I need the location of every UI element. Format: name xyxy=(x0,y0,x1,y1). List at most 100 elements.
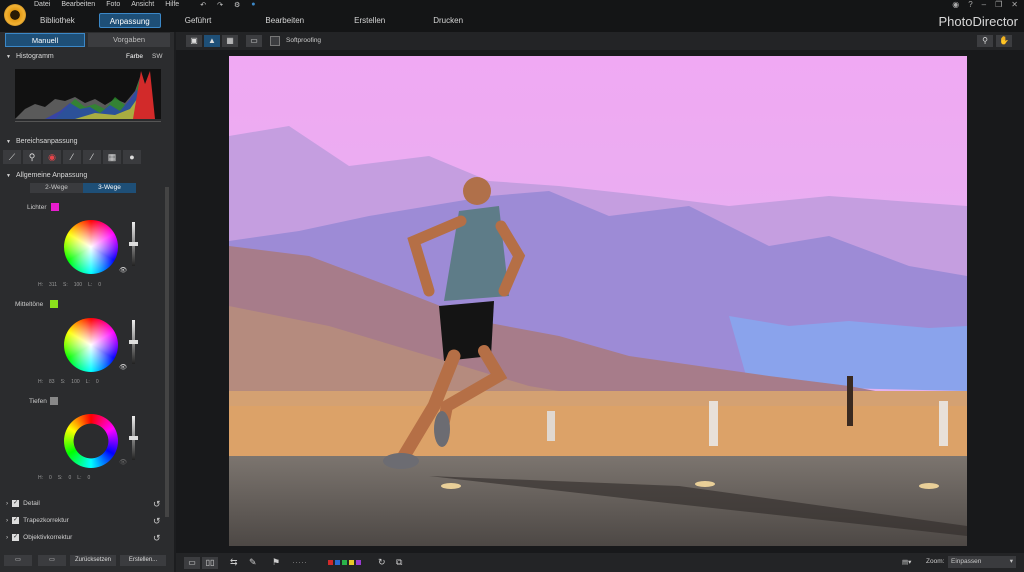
undo-icon[interactable]: ↶ xyxy=(200,1,206,9)
color-label-blue[interactable] xyxy=(335,560,340,565)
help-icon[interactable]: ? xyxy=(968,0,972,9)
single-view-icon[interactable]: ▭ xyxy=(184,557,200,569)
rotate-icon[interactable]: ↻ xyxy=(378,557,386,568)
shadows-swatch[interactable] xyxy=(50,397,58,405)
trapez-reset-icon[interactable]: ↺ xyxy=(153,516,161,527)
color-label-red[interactable] xyxy=(328,560,333,565)
lights-values: H: 311 S: 100 L: 0 xyxy=(38,282,101,288)
hand-tool-icon[interactable]: ✋ xyxy=(996,35,1012,47)
gradient-tool-icon[interactable]: ⁄ xyxy=(83,150,101,164)
eye-tool-icon[interactable]: ◉ xyxy=(43,150,61,164)
update-icon[interactable]: ● xyxy=(251,1,255,9)
general-title: Allgemeine Anpassung xyxy=(16,172,88,179)
close-icon[interactable]: ✕ xyxy=(1011,0,1018,9)
view-toolbar: ▣ ▲ ▦ ▭ Softproofing ⚲ ✋ xyxy=(176,32,1024,50)
view-single-icon[interactable]: ▣ xyxy=(186,35,202,47)
regional-tools: ⟋ ⚲ ◉ ⁄ ⁄ ▦ ● xyxy=(3,150,143,164)
objektiv-label: Objektivkorrektur xyxy=(23,534,73,541)
rating-dots[interactable]: ····· xyxy=(292,557,307,567)
detail-reset-icon[interactable]: ↺ xyxy=(153,499,161,510)
section-detail[interactable]: › ✓ Detail xyxy=(6,500,40,507)
tab-erstellen[interactable]: Erstellen xyxy=(344,13,395,28)
color-labels[interactable] xyxy=(328,560,361,565)
objektiv-checkbox[interactable]: ✓ xyxy=(12,534,20,541)
tab-bearbeiten[interactable]: Bearbeiten xyxy=(255,13,314,28)
tab-manuell[interactable]: Manuell xyxy=(5,33,85,47)
detail-checkbox[interactable]: ✓ xyxy=(12,500,20,507)
menu-foto[interactable]: Foto xyxy=(106,1,120,9)
view-image-icon[interactable]: ▲ xyxy=(204,35,220,47)
l-label: L: xyxy=(88,282,93,288)
restore-icon[interactable]: ❐ xyxy=(995,0,1002,9)
user-icon[interactable]: ◉ xyxy=(952,0,959,9)
trapez-checkbox[interactable]: ✓ xyxy=(12,517,20,524)
lights-color-wheel[interactable] xyxy=(64,220,118,274)
view-grid-icon[interactable]: ▦ xyxy=(222,35,238,47)
two-way-button[interactable]: 2-Wege xyxy=(30,183,83,193)
menu-datei[interactable]: Datei xyxy=(34,1,50,9)
mids-luminance-slider[interactable] xyxy=(129,320,138,364)
shadows-color-wheel[interactable] xyxy=(64,414,118,468)
redo-icon[interactable]: ↷ xyxy=(217,1,223,9)
zoom-tool-icon[interactable]: ⚲ xyxy=(977,35,993,47)
histogram-graph xyxy=(15,69,161,119)
tab-gefuehrt[interactable]: Geführt xyxy=(175,13,222,28)
display-menu-icon[interactable]: ▤▾ xyxy=(902,558,911,566)
menu-ansicht[interactable]: Ansicht xyxy=(131,1,154,9)
color-label-green[interactable] xyxy=(342,560,347,565)
l-value: 0 xyxy=(98,282,102,288)
section-trapez[interactable]: › ✓ Trapezkorrektur xyxy=(6,517,69,524)
h-label: H: xyxy=(38,282,43,288)
reset-button[interactable]: Zurücksetzen xyxy=(70,555,116,566)
brand-name: PhotoDirector xyxy=(938,14,1018,29)
color-label-purple[interactable] xyxy=(356,560,361,565)
crop-tool-icon[interactable]: ⟋ xyxy=(3,150,21,164)
zoom-select[interactable]: Einpassen ▾ xyxy=(948,556,1016,568)
menu-bearbeiten[interactable]: Bearbeiten xyxy=(61,1,95,9)
shadows-luminance-slider[interactable] xyxy=(129,416,138,460)
tab-bibliothek[interactable]: Bibliothek xyxy=(30,13,85,28)
tab-drucken[interactable]: Drucken xyxy=(423,13,473,28)
lights-eye-icon[interactable]: 👁 xyxy=(119,266,127,274)
brush-icon[interactable]: ✎ xyxy=(249,557,257,568)
regional-header[interactable]: Bereichsanpassung xyxy=(2,136,172,148)
compare-button-2[interactable]: ▭ xyxy=(38,555,66,566)
compare-view-icon[interactable]: ▯▯ xyxy=(202,557,218,569)
objektiv-reset-icon[interactable]: ↺ xyxy=(153,533,161,544)
menu-hilfe[interactable]: Hilfe xyxy=(165,1,179,9)
view-compare-icon[interactable]: ▭ xyxy=(246,35,262,47)
status-bar: ▭ ▯▯ ⇆ ✎ ⚑ ····· ↻ ⧉ ▤▾ Zoom: Einpassen … xyxy=(176,553,1024,572)
lights-swatch[interactable] xyxy=(51,203,59,211)
three-way-button[interactable]: 3-Wege xyxy=(83,183,136,193)
crop-icon[interactable]: ⧉ xyxy=(396,557,402,568)
s-label: S: xyxy=(60,379,66,385)
settings-gear-icon[interactable]: ⚙ xyxy=(234,1,240,9)
tab-vorgaben[interactable]: Vorgaben xyxy=(88,33,170,47)
brush-tool-icon[interactable]: ⁄ xyxy=(63,150,81,164)
panel-scrollbar[interactable] xyxy=(165,187,169,517)
flag-icon[interactable]: ⚑ xyxy=(272,557,280,568)
tab-anpassung[interactable]: Anpassung xyxy=(98,13,161,28)
mids-color-wheel[interactable] xyxy=(64,318,118,372)
histogram-header[interactable]: Histogramm xyxy=(2,51,172,63)
create-button[interactable]: Erstellen... xyxy=(120,555,166,566)
rotate-flip-icon[interactable]: ⇆ xyxy=(230,557,238,568)
general-header[interactable]: Allgemeine Anpassung xyxy=(2,170,172,182)
runner-photo[interactable] xyxy=(229,56,967,546)
way-toggle: 2-Wege 3-Wege xyxy=(30,183,136,193)
redeye-tool-icon[interactable]: ⚲ xyxy=(23,150,41,164)
square-tool-icon[interactable]: ▦ xyxy=(103,150,121,164)
mids-eye-icon[interactable]: 👁 xyxy=(119,363,127,371)
circle-tool-icon[interactable]: ● xyxy=(123,150,141,164)
lights-luminance-slider[interactable] xyxy=(129,222,138,266)
histogram-color-toggle[interactable]: Farbe xyxy=(126,53,143,60)
minimize-icon[interactable]: – xyxy=(982,0,986,9)
color-label-yellow[interactable] xyxy=(349,560,354,565)
shadows-eye-icon[interactable]: 👁 xyxy=(119,458,127,466)
compare-button-1[interactable]: ▭ xyxy=(4,555,32,566)
histogram-bw-toggle[interactable]: SW xyxy=(152,53,162,60)
mids-swatch[interactable] xyxy=(50,300,58,308)
l-value: 0 xyxy=(95,379,99,385)
section-objektiv[interactable]: › ✓ Objektivkorrektur xyxy=(6,534,72,541)
softproofing-checkbox[interactable] xyxy=(270,36,280,46)
